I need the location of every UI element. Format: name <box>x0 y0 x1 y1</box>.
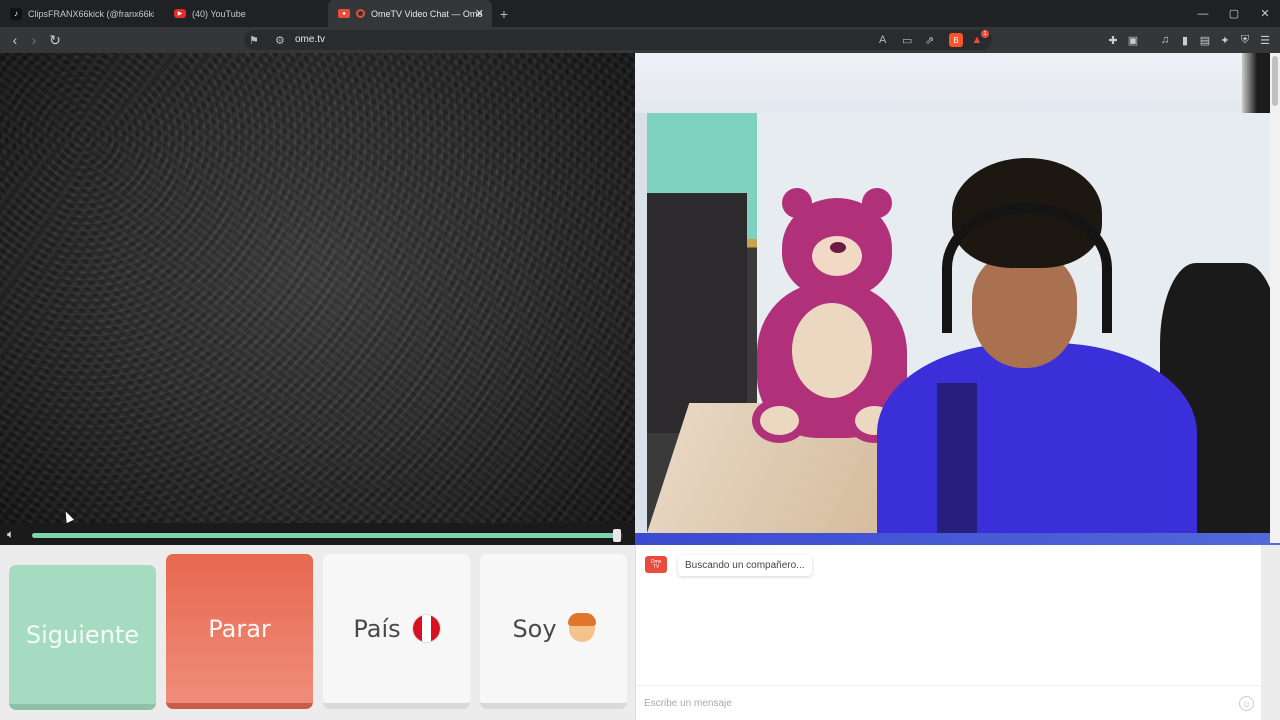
forward-icon[interactable]: › <box>26 32 42 48</box>
volume-slider[interactable] <box>32 529 623 542</box>
control-panel: Siguiente Parar País Soy <box>0 545 635 720</box>
message-input[interactable]: Escribe un mensaje ☺ <box>636 685 1262 720</box>
tab-ometv[interactable]: ● OmeTV Video Chat — Omeg ✕ <box>328 0 492 27</box>
volume-fill <box>32 533 618 538</box>
vpn-icon[interactable]: ⛨ <box>1238 33 1252 47</box>
brave-rewards-icon[interactable]: ▲ 1 <box>970 30 989 47</box>
gender-button[interactable]: Soy <box>480 554 627 709</box>
message-input-placeholder: Escribe un mensaje <box>644 698 732 709</box>
static-noise <box>0 53 635 545</box>
close-window-icon[interactable]: ✕ <box>1249 0 1280 27</box>
translate-icon[interactable]: A <box>879 34 886 46</box>
tab-label: (40) YouTube <box>192 8 246 19</box>
address-bar: ‹ › ↻ ⚑ ⚙ ome.tv A ▭ ⇗ B ▲ 1 ✚ ▣ ♫ ▮ ▤ ✦… <box>0 27 1280 53</box>
bear-nose <box>830 242 846 253</box>
shirt <box>877 343 1197 533</box>
url-field[interactable]: ⚑ ⚙ ome.tv A ▭ ⇗ <box>244 30 992 50</box>
close-tab-icon[interactable]: ✕ <box>475 7 484 20</box>
emoji-picker-icon[interactable]: ☺ <box>1239 696 1254 711</box>
stop-button[interactable]: Parar <box>166 554 313 709</box>
boy-emoji-icon <box>567 612 596 642</box>
brave-shields-icon[interactable]: B <box>949 33 963 47</box>
tiktok-icon: ♪ <box>10 7 22 20</box>
stranger-video <box>0 53 635 545</box>
peru-flag-icon <box>412 615 440 642</box>
camera-feed <box>647 113 1280 533</box>
cast-icon[interactable]: ▭ <box>902 34 912 47</box>
url-text: ome.tv <box>295 34 326 45</box>
next-button[interactable]: Siguiente <box>9 565 156 710</box>
shirt-stripe <box>937 383 977 533</box>
country-button[interactable]: País <box>323 554 470 709</box>
sidebar-icon[interactable]: ▮ <box>1178 33 1192 47</box>
rewards-badge: 1 <box>981 30 989 38</box>
extensions-icon[interactable]: ✚ <box>1106 33 1120 47</box>
chat-panel: Ome TV Buscando un compañero... Escribe … <box>635 545 1262 720</box>
minimize-icon[interactable]: — <box>1187 0 1219 27</box>
page-scrollbar[interactable] <box>1270 53 1280 543</box>
share-icon[interactable]: ⇗ <box>925 34 934 47</box>
bear-foot <box>752 398 807 443</box>
wallet-icon[interactable]: ▤ <box>1198 33 1212 47</box>
recording-icon <box>356 9 365 18</box>
tab-tiktok[interactable]: ♪ ClipsFRANX66kick (@franx66kick) | T <box>0 0 164 27</box>
volume-control: 🔈︎ <box>0 523 635 547</box>
ometv-logo-icon: Ome TV <box>645 556 667 573</box>
back-icon[interactable]: ‹ <box>7 32 23 48</box>
volume-handle[interactable] <box>613 529 622 542</box>
ometv-icon: ● <box>338 9 350 18</box>
reload-icon[interactable]: ↻ <box>47 32 63 48</box>
headset <box>942 203 1112 333</box>
tab-bar: ♪ ClipsFRANX66kick (@franx66kick) | T ▶ … <box>0 0 1280 27</box>
leo-ai-icon[interactable]: ✦ <box>1218 33 1232 47</box>
self-camera-video <box>635 53 1280 545</box>
country-button-label: País <box>353 614 401 643</box>
bookmark-icon[interactable]: ⚑ <box>249 34 259 47</box>
stop-button-label: Parar <box>208 614 271 643</box>
right-margin <box>1261 545 1280 720</box>
bear-ear <box>782 188 812 218</box>
camera-bottom-strip <box>635 533 1280 545</box>
menu-icon[interactable]: ☰ <box>1258 33 1272 47</box>
site-info-icon[interactable]: ⚙ <box>275 34 285 47</box>
tab-youtube[interactable]: ▶ (40) YouTube <box>164 0 328 27</box>
ometv-page: 🔈︎ Siguiente Parar País Soy Ome TV Busca… <box>0 53 1280 720</box>
tab-label: ClipsFRANX66kick (@franx66kick) | T <box>28 8 154 19</box>
tab-label: OmeTV Video Chat — Omeg <box>371 8 482 19</box>
maximize-icon[interactable]: ▢ <box>1218 0 1250 27</box>
speaker-icon[interactable]: 🔈︎ <box>7 527 14 542</box>
logo-text-bottom: TV <box>652 563 660 570</box>
system-message: Buscando un compañero... <box>678 555 812 576</box>
screenshot-icon[interactable]: ▣ <box>1126 33 1140 47</box>
scrollbar-thumb[interactable] <box>1272 56 1278 106</box>
person <box>857 153 1197 533</box>
gender-button-label: Soy <box>512 614 557 643</box>
bear-muzzle <box>812 236 862 276</box>
next-button-label: Siguiente <box>25 620 140 649</box>
camera-top-area <box>635 53 1280 113</box>
media-icon[interactable]: ♫ <box>1158 33 1172 47</box>
youtube-icon: ▶ <box>174 9 186 18</box>
new-tab-button[interactable]: + <box>492 0 516 27</box>
